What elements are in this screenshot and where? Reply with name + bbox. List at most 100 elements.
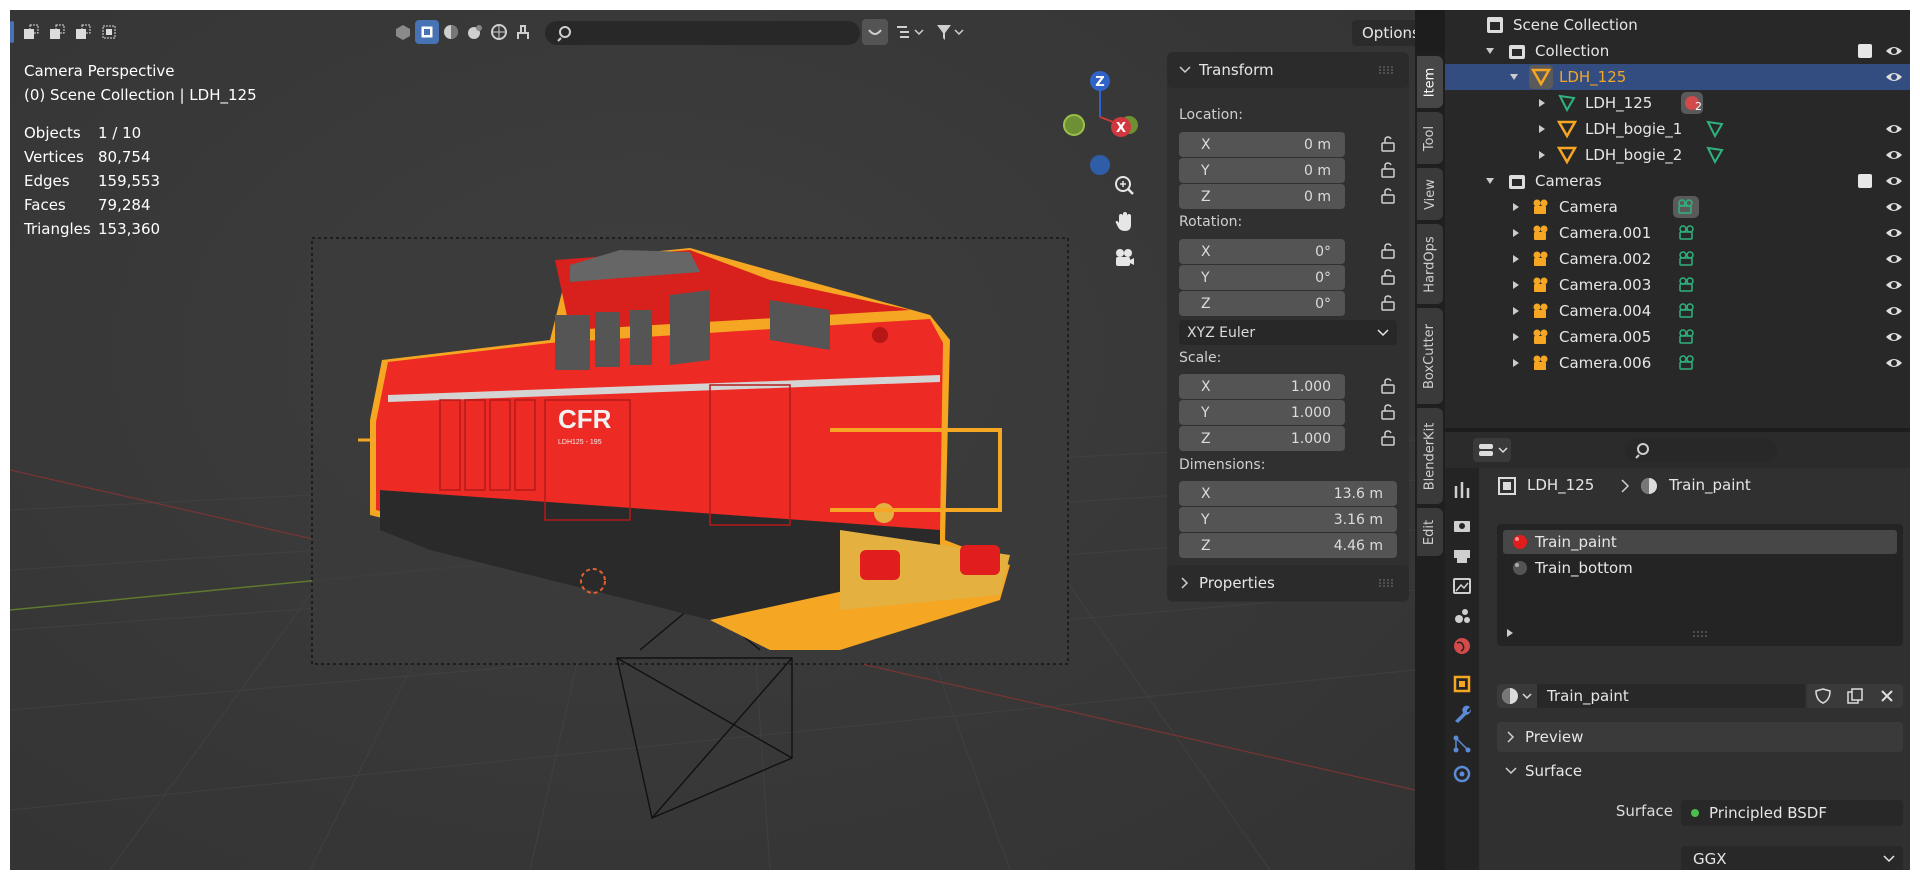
expand-arrow-icon[interactable] (1485, 46, 1495, 56)
camera-view-icon[interactable] (1108, 242, 1140, 274)
drag-handle-icon[interactable] (1379, 579, 1395, 587)
select-intersect-icon[interactable] (98, 19, 120, 45)
light-filter-icon[interactable] (464, 19, 486, 45)
navigation-gizmo[interactable]: Z X (1046, 65, 1146, 175)
material-name-field[interactable]: Train_paint (1537, 684, 1805, 708)
lock-icon[interactable] (1379, 242, 1397, 260)
exclude-checkbox[interactable] (1858, 44, 1872, 58)
eye-icon[interactable] (1885, 302, 1903, 320)
object-type-mesh-toggle[interactable] (415, 20, 439, 44)
rotation-x-field[interactable]: X 0° (1179, 239, 1345, 264)
transform-panel-header[interactable]: Transform (1167, 52, 1409, 88)
outliner-row-camera[interactable]: Camera (1445, 194, 1910, 220)
expand-arrow-icon[interactable] (1537, 150, 1547, 160)
scale-y-field[interactable]: Y 1.000 (1179, 400, 1345, 425)
dimensions-z-field[interactable]: Z 4.46 m (1179, 533, 1397, 558)
pan-hand-icon[interactable] (1108, 206, 1140, 238)
expand-arrow-icon[interactable] (1509, 72, 1519, 82)
outliner-row-camera[interactable]: Camera.001 (1445, 220, 1910, 246)
rotation-mode-select[interactable]: XYZ Euler (1179, 320, 1397, 345)
surface-shader-field[interactable]: Principled BSDF (1681, 800, 1903, 826)
outliner-row-camera[interactable]: Camera.006 (1445, 350, 1910, 376)
material-badge[interactable]: 2 (1681, 92, 1703, 114)
3d-viewport[interactable]: CFR LDH125 - 195 Options Camera Perspect… (10, 10, 1415, 870)
eye-icon[interactable] (1885, 42, 1903, 60)
filter-type-icon[interactable] (392, 19, 414, 45)
expand-arrow-icon[interactable] (1511, 202, 1521, 212)
select-box-icon[interactable] (20, 19, 42, 45)
tool-settings-tab[interactable] (1450, 478, 1474, 502)
eye-icon[interactable] (1885, 68, 1903, 86)
material-slot-row[interactable]: Train_bottom (1503, 556, 1897, 580)
particles-tab[interactable] (1450, 732, 1474, 756)
properties-panel-header[interactable]: Properties (1167, 565, 1409, 601)
list-options-dropdown[interactable] (892, 19, 928, 45)
tab-blenderkit[interactable]: BlenderKit (1417, 408, 1443, 504)
browse-material-dropdown[interactable] (1497, 684, 1537, 708)
object-tab[interactable] (1450, 672, 1474, 696)
eye-icon[interactable] (1885, 120, 1903, 138)
filter-dropdown[interactable] (932, 19, 968, 45)
scene-tab[interactable] (1450, 604, 1474, 628)
outliner-row-scene-collection[interactable]: Scene Collection (1445, 12, 1910, 38)
dimensions-x-field[interactable]: X 13.6 m (1179, 481, 1397, 506)
eye-icon[interactable] (1885, 146, 1903, 164)
properties-search-field[interactable] (1625, 438, 1777, 462)
editor-type-dropdown[interactable] (1473, 438, 1511, 462)
expand-arrow-icon[interactable] (1511, 228, 1521, 238)
zoom-icon[interactable] (1108, 170, 1140, 202)
surface-section-header[interactable]: Surface (1497, 756, 1903, 786)
location-z-field[interactable]: Z0 m (1179, 184, 1345, 209)
lock-icon[interactable] (1379, 187, 1397, 205)
camera-data-badge[interactable] (1673, 196, 1699, 218)
outliner-row-mesh[interactable]: LDH_125 2 (1445, 90, 1910, 116)
tab-item[interactable]: Item (1417, 56, 1443, 108)
view-layer-tab[interactable] (1450, 574, 1474, 598)
options-dropdown[interactable]: Options (1352, 20, 1415, 46)
render-tab[interactable] (1450, 514, 1474, 538)
expand-arrow-icon[interactable] (1511, 254, 1521, 264)
expand-arrow-icon[interactable] (1537, 98, 1547, 108)
expand-arrow-icon[interactable] (1511, 306, 1521, 316)
expand-arrow-icon[interactable] (1511, 332, 1521, 342)
eye-icon[interactable] (1885, 198, 1903, 216)
lock-icon[interactable] (1379, 268, 1397, 286)
close-icon[interactable] (1878, 687, 1896, 705)
tab-view[interactable]: View (1417, 168, 1443, 220)
exclude-checkbox[interactable] (1858, 174, 1872, 188)
sort-toggle[interactable] (862, 19, 888, 45)
outliner-row-bogie-2[interactable]: LDH_bogie_2 (1445, 142, 1910, 168)
other-filter-icon[interactable] (512, 19, 534, 45)
duplicate-icon[interactable] (1846, 687, 1864, 705)
lock-icon[interactable] (1379, 294, 1397, 312)
preview-section-header[interactable]: Preview (1497, 722, 1903, 752)
dimensions-y-field[interactable]: Y 3.16 m (1179, 507, 1397, 532)
location-y-field[interactable]: Y0 m (1179, 158, 1345, 183)
lock-icon[interactable] (1379, 377, 1397, 395)
drag-handle-icon[interactable] (1379, 66, 1395, 74)
modifiers-tab[interactable] (1450, 702, 1474, 726)
lock-icon[interactable] (1379, 403, 1397, 421)
outliner-row-camera[interactable]: Camera.005 (1445, 324, 1910, 350)
resize-handle-icon[interactable] (1693, 630, 1709, 638)
outliner-row-cameras[interactable]: Cameras (1445, 168, 1910, 194)
expand-arrow-icon[interactable] (1537, 124, 1547, 134)
world-filter-icon[interactable] (488, 19, 510, 45)
eye-icon[interactable] (1885, 224, 1903, 242)
output-tab[interactable] (1450, 544, 1474, 568)
expand-arrow-icon[interactable] (1505, 628, 1515, 638)
shading-solid-icon[interactable] (440, 19, 462, 45)
expand-arrow-icon[interactable] (1485, 176, 1495, 186)
eye-icon[interactable] (1885, 328, 1903, 346)
eye-icon[interactable] (1885, 354, 1903, 372)
rotation-y-field[interactable]: Y 0° (1179, 265, 1345, 290)
outliner-row-camera[interactable]: Camera.004 (1445, 298, 1910, 324)
outliner-row-camera[interactable]: Camera.002 (1445, 246, 1910, 272)
lock-icon[interactable] (1379, 161, 1397, 179)
physics-tab[interactable] (1450, 762, 1474, 786)
scale-z-field[interactable]: Z 1.000 (1179, 426, 1345, 451)
world-tab[interactable] (1450, 634, 1474, 658)
expand-arrow-icon[interactable] (1511, 280, 1521, 290)
select-extend-icon[interactable] (46, 19, 68, 45)
tab-tool[interactable]: Tool (1417, 112, 1443, 164)
